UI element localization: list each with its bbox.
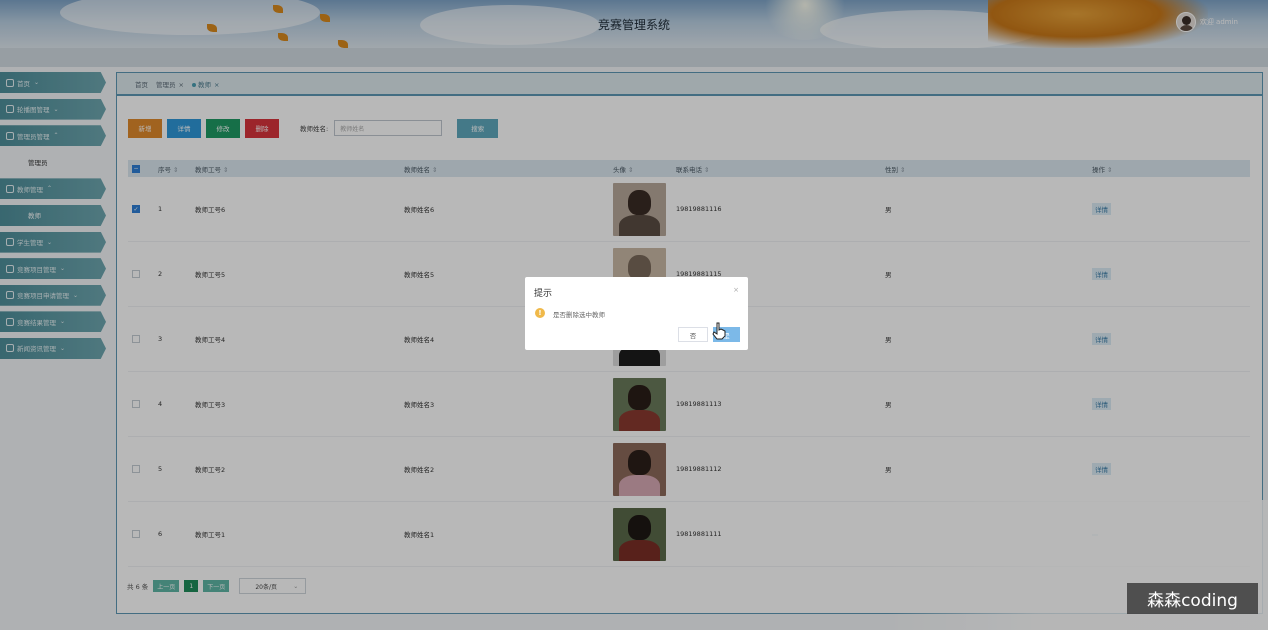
close-icon[interactable]: ×	[733, 286, 739, 294]
dialog-message: 是否删除选中教师	[553, 311, 605, 319]
cancel-button[interactable]: 否	[678, 327, 708, 342]
warning-icon: !	[535, 308, 545, 318]
hand-cursor-icon	[712, 322, 726, 340]
dialog-title: 提示	[534, 289, 553, 299]
watermark: 森森coding	[1127, 583, 1258, 614]
